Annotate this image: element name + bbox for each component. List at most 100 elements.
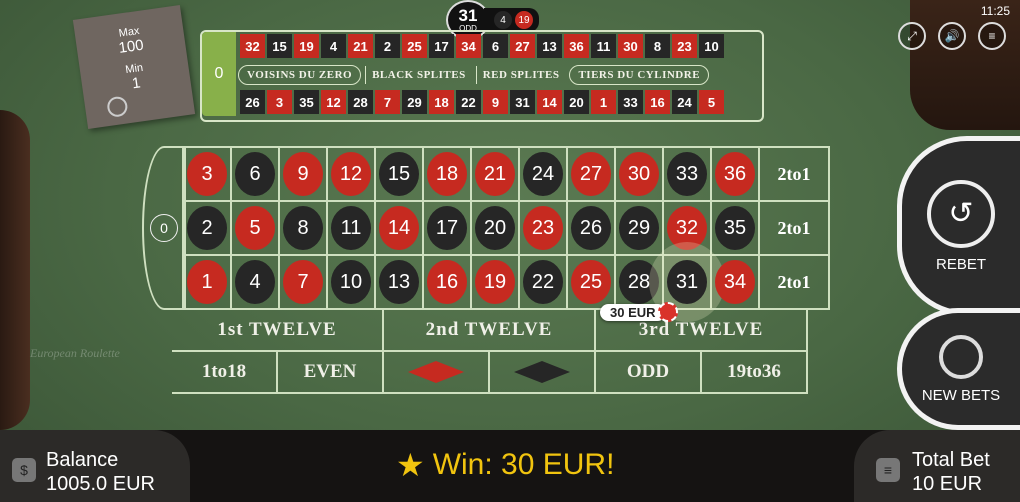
racetrack-number[interactable]: 1 [591,90,616,114]
racetrack-number[interactable]: 26 [240,90,265,114]
racetrack-number[interactable]: 19 [294,34,319,58]
racetrack-number[interactable]: 11 [591,34,616,58]
number-cell[interactable]: 36 [712,148,760,202]
number-cell[interactable]: 3 [184,148,232,202]
racetrack-number[interactable]: 25 [402,34,427,58]
racetrack-number[interactable]: 20 [564,90,589,114]
section-voisins[interactable]: VOISINS DU ZERO [238,65,362,85]
sound-icon[interactable]: 🔊 [938,22,966,50]
section-black-splits[interactable]: BLACK SPLITES [365,66,472,84]
bet-high[interactable]: 19to36 [702,352,808,394]
number-cell[interactable]: 13 [376,256,424,310]
racetrack-number[interactable]: 22 [456,90,481,114]
racetrack-zero[interactable]: 0 [202,32,236,116]
racetrack-number[interactable]: 32 [240,34,265,58]
racetrack-number[interactable]: 13 [537,34,562,58]
number-cell[interactable]: 8 [280,202,328,256]
racetrack-number[interactable]: 35 [294,90,319,114]
number-cell[interactable]: 4 [232,256,280,310]
bet-red[interactable] [384,352,490,394]
bet-low[interactable]: 1to18 [172,352,278,394]
number-cell[interactable]: 10 [328,256,376,310]
racetrack-number[interactable]: 30 [618,34,643,58]
number-cell[interactable]: 5 [232,202,280,256]
racetrack-number[interactable]: 10 [699,34,724,58]
racetrack-number[interactable]: 8 [645,34,670,58]
racetrack-number[interactable]: 28 [348,90,373,114]
racetrack-number[interactable]: 12 [321,90,346,114]
number-cell[interactable]: 7 [280,256,328,310]
racetrack-number[interactable]: 15 [267,34,292,58]
number-cell[interactable]: 22 [520,256,568,310]
number-cell[interactable]: 33 [664,148,712,202]
number-cell[interactable]: 19 [472,256,520,310]
racetrack: 0 32 15 19 4 21 2 25 17 34 6 27 13 36 11 30 8 23 10 VOISI… [200,30,764,122]
racetrack-number[interactable]: 24 [672,90,697,114]
number-35: 35 [715,206,755,250]
fullscreen-icon[interactable]: ⤢ [898,22,926,50]
bet-even[interactable]: EVEN [278,352,384,394]
rebet-button[interactable]: ↺ REBET [897,136,1020,316]
number-cell[interactable]: 27 [568,148,616,202]
section-red-splits[interactable]: RED SPLITES [475,66,566,84]
racetrack-number[interactable]: 17 [429,34,454,58]
number-cell[interactable]: 18 [424,148,472,202]
number-24: 24 [523,152,563,196]
number-cell[interactable]: 6 [232,148,280,202]
section-tiers[interactable]: TIERS DU CYLINDRE [569,65,710,85]
racetrack-number[interactable]: 34 [456,34,481,58]
dozen-2[interactable]: 2nd TWELVE [384,310,596,352]
number-cell[interactable]: 34 [712,256,760,310]
number-cell[interactable]: 29 [616,202,664,256]
number-cell[interactable]: 2 [184,202,232,256]
number-cell[interactable]: 9 [280,148,328,202]
racetrack-number[interactable]: 6 [483,34,508,58]
number-cell[interactable]: 15 [376,148,424,202]
racetrack-number[interactable]: 18 [429,90,454,114]
number-cell[interactable]: 30 [616,148,664,202]
number-cell[interactable]: 32 [664,202,712,256]
number-cell[interactable]: 35 [712,202,760,256]
racetrack-number[interactable]: 31 [510,90,535,114]
number-3: 3 [187,152,227,196]
racetrack-number[interactable]: 3 [267,90,292,114]
number-cell[interactable]: 11 [328,202,376,256]
limits-chip-icon [106,95,129,118]
racetrack-number[interactable]: 7 [375,90,400,114]
racetrack-number[interactable]: 5 [699,90,724,114]
racetrack-number[interactable]: 2 [375,34,400,58]
number-cell[interactable]: 12 [328,148,376,202]
new-bets-button[interactable]: NEW BETS [897,308,1020,430]
number-cell[interactable]: 14 [376,202,424,256]
number-cell[interactable]: 26 [568,202,616,256]
number-cell[interactable]: 20 [472,202,520,256]
column-bet-1[interactable]: 2to1 [760,148,830,202]
placed-bet[interactable]: 30 EUR [600,302,678,322]
racetrack-number[interactable]: 33 [618,90,643,114]
column-bet-3[interactable]: 2to1 [760,256,830,310]
racetrack-number[interactable]: 23 [672,34,697,58]
number-19: 19 [475,260,515,304]
number-cell[interactable]: 23 [520,202,568,256]
column-bet-2[interactable]: 2to1 [760,202,830,256]
racetrack-number[interactable]: 14 [537,90,562,114]
racetrack-number[interactable]: 29 [402,90,427,114]
menu-icon[interactable]: ≡ [978,22,1006,50]
racetrack-number[interactable]: 4 [321,34,346,58]
number-cell[interactable]: 16 [424,256,472,310]
racetrack-top-row: 32 15 19 4 21 2 25 17 34 6 27 13 36 11 30 8 23 10 [240,34,724,58]
racetrack-number[interactable]: 16 [645,90,670,114]
table-zero[interactable]: 0 [142,146,186,310]
bet-odd[interactable]: ODD [596,352,702,394]
racetrack-number[interactable]: 27 [510,34,535,58]
dozen-1[interactable]: 1st TWELVE [172,310,384,352]
number-cell[interactable]: 17 [424,202,472,256]
number-cell[interactable]: 1 [184,256,232,310]
last-result-number: 31 [458,5,478,25]
number-cell[interactable]: 24 [520,148,568,202]
racetrack-number[interactable]: 36 [564,34,589,58]
racetrack-number[interactable]: 9 [483,90,508,114]
racetrack-number[interactable]: 21 [348,34,373,58]
number-cell[interactable]: 21 [472,148,520,202]
bet-black[interactable] [490,352,596,394]
